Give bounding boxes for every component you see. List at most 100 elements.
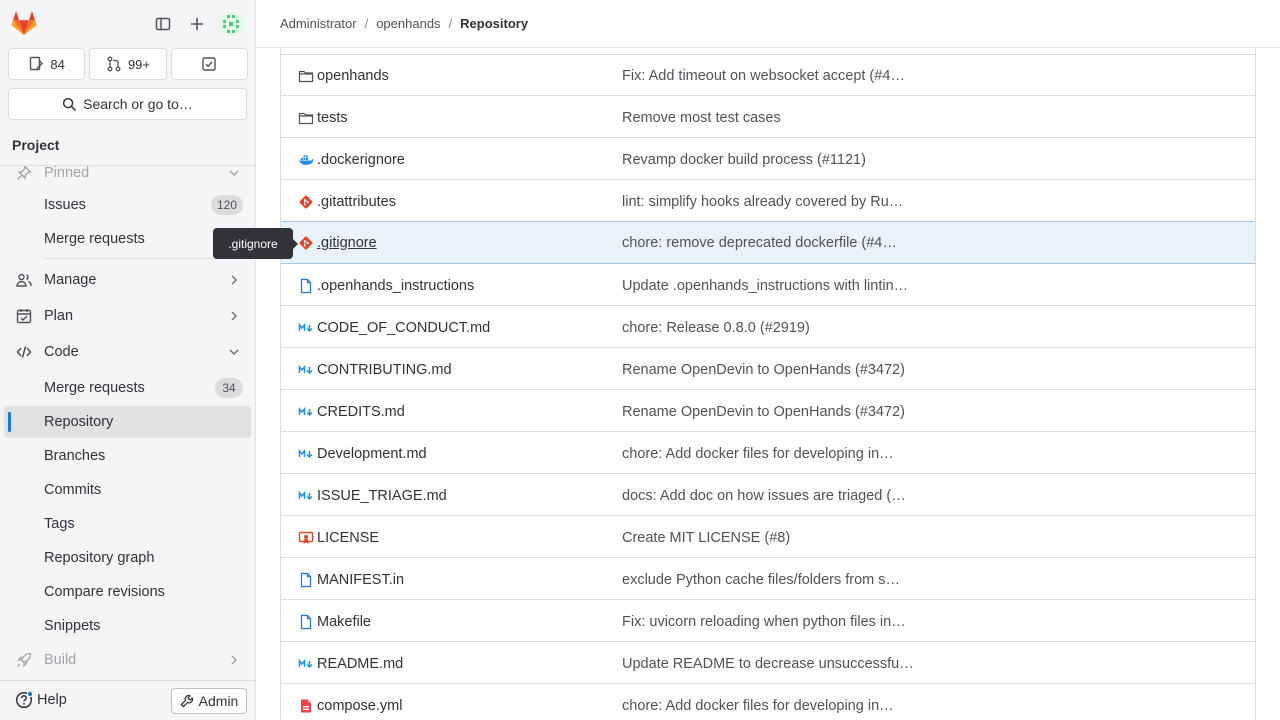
markdown-icon	[298, 362, 314, 378]
tooltip-text: .gitignore	[228, 236, 278, 251]
last-commit-link[interactable]: Revamp docker build process (#1121)	[622, 152, 922, 168]
file-icon	[298, 614, 314, 630]
search-button[interactable]: Search or go to…	[8, 88, 247, 120]
file-name-link[interactable]: Makefile	[317, 614, 371, 630]
nav-plan[interactable]: Plan	[4, 300, 251, 332]
file-row[interactable]: CREDITS.md Rename OpenDevin to OpenHands …	[281, 390, 1255, 432]
file-row[interactable]: .openhands_instructions Update .openhands…	[281, 264, 1255, 306]
last-commit-link[interactable]: Rename OpenDevin to OpenHands (#3472)	[622, 362, 922, 378]
file-row[interactable]: .gitignore chore: remove deprecated docke…	[281, 221, 1255, 264]
file-icon	[298, 572, 314, 588]
file-name-link[interactable]: LICENSE	[317, 530, 379, 546]
file-row[interactable]: .gitattributes lint: simplify hooks alrea…	[281, 180, 1255, 222]
wrench-icon	[180, 694, 193, 708]
nav-label: Pinned	[44, 166, 90, 181]
git-icon	[298, 235, 314, 251]
user-avatar[interactable]	[218, 11, 244, 37]
nav-repository-graph[interactable]: Repository graph	[4, 542, 251, 574]
file-row[interactable]: openhands Fix: Add timeout on websocket a…	[281, 54, 1255, 96]
last-commit-link[interactable]: chore: Add docker files for developing i…	[622, 446, 922, 462]
last-commit-link[interactable]: lint: simplify hooks already covered by …	[622, 194, 922, 210]
project-section-label: Project	[12, 137, 60, 153]
last-commit-link[interactable]: Fix: Add timeout on websocket accept (#4…	[622, 68, 922, 84]
file-name-link[interactable]: Development.md	[317, 446, 427, 462]
gitlab-logo-icon[interactable]	[10, 10, 38, 38]
chevron-right-icon	[231, 275, 238, 285]
file-name-link[interactable]: MANIFEST.in	[317, 572, 404, 588]
breadcrumb-item[interactable]: Administrator	[280, 16, 357, 31]
file-name-link[interactable]: README.md	[317, 656, 403, 672]
help-button[interactable]: Help	[15, 691, 67, 709]
file-name-link[interactable]: .gitignore	[317, 235, 377, 251]
file-name-link[interactable]: .dockerignore	[317, 152, 405, 168]
nav-repository[interactable]: Repository	[4, 406, 251, 438]
file-name-link[interactable]: tests	[317, 110, 348, 126]
nav-code[interactable]: Code	[4, 336, 251, 368]
nav-label: Tags	[44, 516, 75, 532]
count-badge: 34	[215, 378, 243, 398]
file-row[interactable]: Makefile Fix: uvicorn reloading when pyth…	[281, 600, 1255, 642]
file-row[interactable]: compose.yml chore: Add docker files for d…	[281, 684, 1255, 720]
breadcrumb-item[interactable]: openhands	[376, 16, 440, 31]
todo-counter-button[interactable]	[170, 48, 248, 80]
merge-request-icon	[107, 56, 121, 72]
last-commit-link[interactable]: Remove most test cases	[622, 110, 922, 126]
file-row[interactable]: LICENSE Create MIT LICENSE (#8)	[281, 516, 1255, 558]
nav-compare-revisions[interactable]: Compare revisions	[4, 576, 251, 608]
file-name-link[interactable]: .openhands_instructions	[317, 278, 474, 294]
file-name-link[interactable]: ISSUE_TRIAGE.md	[317, 488, 447, 504]
last-commit-link[interactable]: chore: Add docker files for developing i…	[622, 698, 922, 714]
nav-code-merge-requests[interactable]: Merge requests 34	[4, 372, 251, 404]
last-commit-link[interactable]: Create MIT LICENSE (#8)	[622, 530, 922, 546]
file-name-link[interactable]: compose.yml	[317, 698, 402, 714]
file-name-link[interactable]: CODE_OF_CONDUCT.md	[317, 320, 490, 336]
nav-tags[interactable]: Tags	[4, 508, 251, 540]
breadcrumb-current[interactable]: Repository	[460, 16, 528, 31]
last-commit-link[interactable]: docs: Add doc on how issues are triaged …	[622, 488, 922, 504]
file-name-link[interactable]: CREDITS.md	[317, 404, 405, 420]
file-row[interactable]: CODE_OF_CONDUCT.md chore: Release 0.8.0 (…	[281, 306, 1255, 348]
file-row[interactable]: ISSUE_TRIAGE.md docs: Add doc on how issu…	[281, 474, 1255, 516]
file-row[interactable]: .dockerignore Revamp docker build process…	[281, 138, 1255, 180]
help-label: Help	[37, 692, 67, 708]
sidebar-toggle-icon[interactable]	[151, 12, 175, 36]
nav-pinned[interactable]: Pinned	[4, 166, 251, 189]
file-row[interactable]: Development.md chore: Add docker files fo…	[281, 432, 1255, 474]
nav-label: Plan	[44, 308, 74, 324]
file-icon	[298, 278, 314, 294]
last-commit-link[interactable]: Fix: uvicorn reloading when python files…	[622, 614, 922, 630]
breadcrumb-separator: /	[448, 16, 453, 31]
issues-counter-button[interactable]: 84	[8, 48, 86, 80]
license-icon	[298, 530, 314, 546]
nav-snippets[interactable]: Snippets	[4, 610, 251, 642]
plus-icon[interactable]	[185, 12, 209, 36]
last-commit-link[interactable]: Update .openhands_instructions with lint…	[622, 278, 922, 294]
nav-commits[interactable]: Commits	[4, 474, 251, 506]
chevron-down-icon	[229, 349, 239, 356]
nav-branches[interactable]: Branches	[4, 440, 251, 472]
file-row[interactable]: MANIFEST.in exclude Python cache files/fo…	[281, 558, 1255, 600]
breadcrumb: Administrator / openhands / Repository	[280, 16, 528, 31]
last-commit-link[interactable]: Update README to decrease unsuccessfu…	[622, 656, 922, 672]
rocket-icon	[17, 652, 32, 667]
merge-requests-count: 99+	[127, 56, 151, 72]
nav-build[interactable]: Build	[4, 644, 251, 676]
yaml-file-icon	[298, 698, 314, 714]
last-commit-link[interactable]: Rename OpenDevin to OpenHands (#3472)	[622, 404, 922, 420]
file-name-link[interactable]: .gitattributes	[317, 194, 396, 210]
nav-pinned-issues[interactable]: Issues 120	[4, 189, 251, 221]
file-row[interactable]: tests Remove most test cases	[281, 96, 1255, 138]
last-commit-link[interactable]: chore: remove deprecated dockerfile (#4…	[622, 235, 922, 251]
admin-button[interactable]: Admin	[171, 688, 247, 714]
file-row[interactable]: README.md Update README to decrease unsuc…	[281, 642, 1255, 684]
last-commit-link[interactable]: exclude Python cache files/folders from …	[622, 572, 922, 588]
merge-requests-counter-button[interactable]: 99+	[89, 48, 167, 80]
nav-label: Merge requests	[44, 231, 145, 247]
folder-icon	[298, 110, 314, 126]
search-icon	[62, 97, 77, 111]
file-name-link[interactable]: CONTRIBUTING.md	[317, 362, 452, 378]
last-commit-link[interactable]: chore: Release 0.8.0 (#2919)	[622, 320, 922, 336]
nav-manage[interactable]: Manage	[4, 264, 251, 296]
file-row[interactable]: CONTRIBUTING.md Rename OpenDevin to OpenH…	[281, 348, 1255, 390]
file-name-link[interactable]: openhands	[317, 68, 389, 84]
